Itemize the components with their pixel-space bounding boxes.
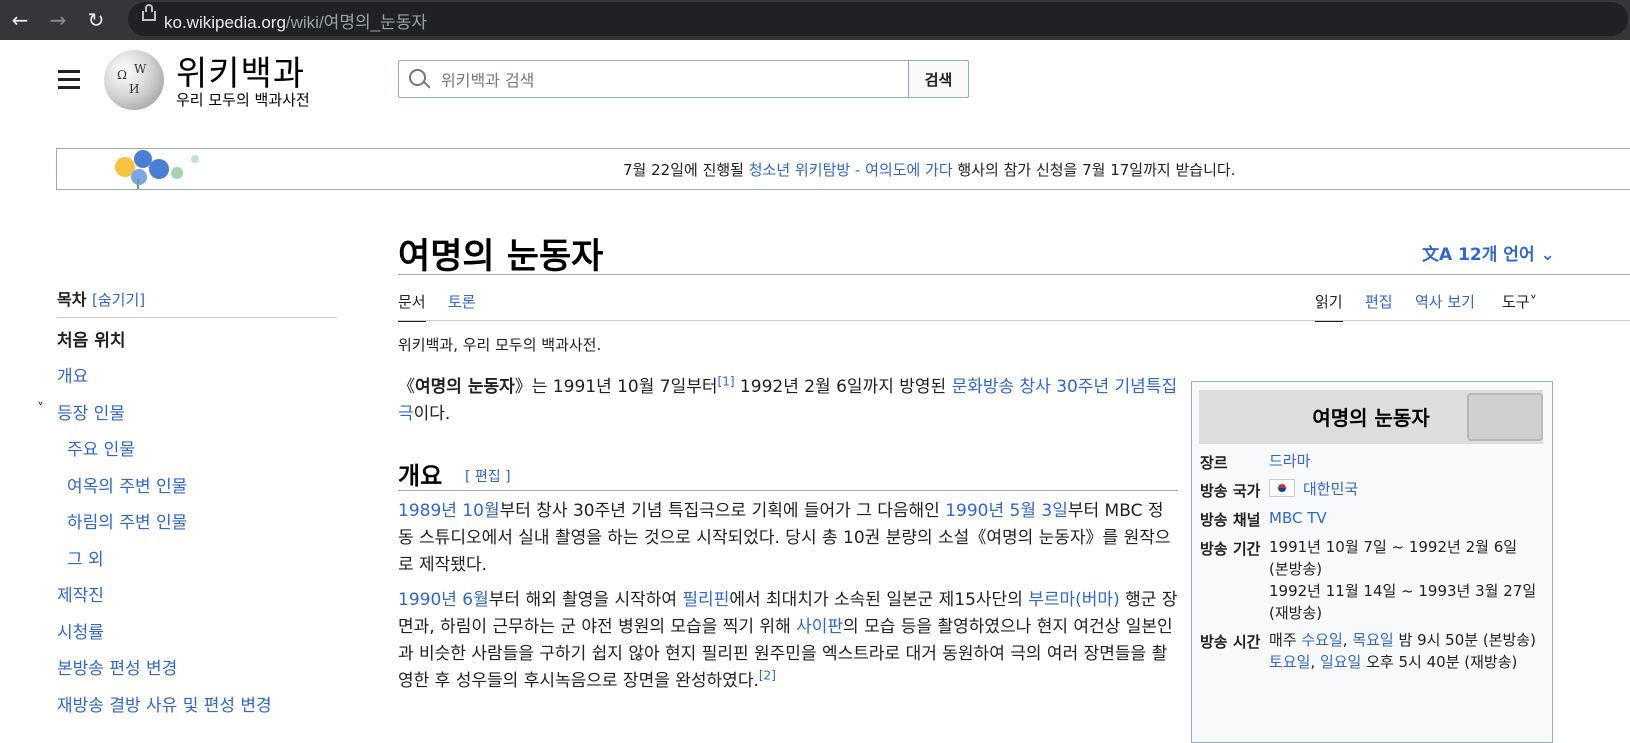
page-title: 여명의 눈동자 — [398, 236, 604, 277]
tools-menu[interactable]: 도구˅ — [1502, 291, 1537, 312]
infobox-label-country: 방송 국가 — [1200, 482, 1261, 500]
tab-article[interactable]: 문서 — [398, 291, 426, 322]
toc-divider — [57, 317, 337, 318]
wikipedia-globe-logo[interactable]: Ω W И — [104, 50, 164, 110]
date-link[interactable]: 1990년 5월 3일 — [945, 501, 1068, 521]
search-icon — [409, 69, 426, 86]
site-wordmark[interactable]: 위키백과 — [176, 46, 305, 95]
main-menu-icon[interactable] — [58, 70, 80, 94]
banner-event-link[interactable]: 청소년 위키탐방 - 여의도에 가다 — [749, 161, 953, 179]
korea-flag-icon — [1269, 479, 1295, 497]
infobox-period-value: 1991년 10월 7일 ~ 1992년 2월 6일 (본방송) 1992년 11… — [1269, 538, 1537, 622]
toc-item-overview[interactable]: 개요 — [57, 362, 88, 387]
toc-item-characters[interactable]: 등장 인물 — [57, 404, 125, 424]
tab-talk[interactable]: 토론 — [448, 291, 476, 312]
table-of-contents: 목차 [숨기기] 처음 위치 개요 ˅ 등장 인물 주요 인물 여옥의 주변 인물… — [37, 286, 337, 716]
toc-heading: 목차 [숨기기] — [57, 290, 146, 309]
date-link[interactable]: 1990년 6월 — [398, 590, 489, 610]
infobox-label-genre: 장르 — [1200, 454, 1228, 472]
toc-item-top[interactable]: 처음 위치 — [57, 326, 125, 351]
place-link[interactable]: 부르마(버마) — [1028, 590, 1119, 610]
language-selector[interactable]: 文A 12개 언어 ⌄ — [1422, 240, 1555, 265]
address-bar[interactable]: ko.wikipedia.org/wiki/여명의_눈동자 — [128, 2, 1628, 36]
tab-read[interactable]: 읽기 — [1315, 291, 1343, 322]
infobox-genre-link[interactable]: 드라마 — [1269, 452, 1310, 470]
weekday-link[interactable]: 토요일 — [1269, 653, 1310, 671]
toc-item-ratings[interactable]: 시청률 — [57, 618, 104, 643]
site-notice-banner: 7월 22일에 진행될 청소년 위키탐방 - 여의도에 가다 행사의 참가 신청… — [56, 148, 1630, 190]
chevron-down-icon: ⌄ — [1540, 245, 1555, 265]
site-subtitle: 위키백과, 우리 모두의 백과사전. — [398, 336, 602, 354]
tools-chevron-icon: ˅ — [1529, 293, 1538, 311]
banner-message: 7월 22일에 진행될 청소년 위키탐방 - 여의도에 가다 행사의 참가 신청… — [623, 161, 1236, 179]
weekday-link[interactable]: 목요일 — [1352, 631, 1393, 649]
tab-history[interactable]: 역사 보기 — [1415, 291, 1475, 312]
television-icon — [1467, 393, 1543, 441]
translate-icon: 文A — [1422, 245, 1453, 265]
search-field[interactable] — [398, 60, 910, 99]
tabs-divider — [398, 320, 1630, 321]
forward-arrow-icon[interactable]: → — [44, 6, 72, 34]
toc-item-others[interactable]: 그 외 — [67, 545, 104, 570]
browser-toolbar: ← → ↻ ko.wikipedia.org/wiki/여명의_눈동자 — [0, 0, 1630, 40]
back-arrow-icon[interactable]: ← — [6, 6, 34, 34]
toc-item-rerun-changes[interactable]: 재방송 결방 사유 및 편성 변경 — [57, 691, 272, 716]
section-heading: 개요 — [398, 461, 443, 490]
toc-item-schedule-change[interactable]: 본방송 편성 변경 — [57, 654, 177, 679]
infobox-label-period: 방송 기간 — [1200, 540, 1261, 558]
event-illustration — [115, 150, 199, 189]
infobox-country-link[interactable]: 대한민국 — [1303, 480, 1358, 498]
place-link[interactable]: 사이판 — [796, 617, 843, 637]
section-divider — [398, 490, 1178, 491]
title-divider — [398, 274, 1630, 275]
reload-icon[interactable]: ↻ — [82, 6, 110, 34]
toc-item-yeook-circle[interactable]: 여옥의 주변 인물 — [67, 472, 187, 497]
toc-hide-button[interactable]: [숨기기] — [92, 291, 145, 309]
search-button[interactable]: 검색 — [908, 60, 969, 98]
toc-item-main-characters[interactable]: 주요 인물 — [67, 435, 135, 460]
url-text[interactable]: ko.wikipedia.org/wiki/여명의_눈동자 — [164, 8, 427, 33]
infobox-airtime-value: 매주 수요일, 목요일 밤 9시 50분 (본방송) 토요일, 일요일 오후 5… — [1269, 631, 1536, 671]
weekday-link[interactable]: 수요일 — [1301, 631, 1342, 649]
tab-edit[interactable]: 편집 — [1365, 291, 1393, 312]
lock-icon — [142, 4, 156, 21]
place-link[interactable]: 필리핀 — [682, 590, 729, 610]
toc-item-harim-circle[interactable]: 하림의 주변 인물 — [67, 508, 187, 533]
date-link[interactable]: 1989년 10월 — [398, 501, 500, 521]
infobox-label-channel: 방송 채널 — [1200, 511, 1261, 529]
infobox-channel-link[interactable]: MBC TV — [1269, 509, 1327, 527]
weekday-link[interactable]: 일요일 — [1320, 653, 1361, 671]
toc-collapse-chevron-icon[interactable]: ˅ — [37, 401, 44, 417]
overview-paragraph-1: 1989년 10월부터 창사 30주년 기념 특집극으로 기획에 들어가 그 다… — [398, 501, 1171, 575]
infobox-header: 여명의 눈동자 — [1199, 390, 1543, 444]
search-input[interactable] — [439, 61, 903, 99]
reference-link[interactable]: [2] — [759, 668, 776, 682]
toc-item-production[interactable]: 제작진 — [57, 581, 104, 606]
overview-paragraph-2: 1990년 6월부터 해외 촬영을 시작하여 필리핀에서 최대치가 소속된 일본… — [398, 590, 1178, 691]
site-tagline: 우리 모두의 백과사전 — [176, 91, 310, 109]
section-edit-link[interactable]: [ 편집 ] — [465, 466, 511, 486]
infobox-label-airtime: 방송 시간 — [1200, 633, 1261, 651]
reference-link[interactable]: [1] — [718, 374, 735, 388]
infobox: 여명의 눈동자 장르 드라마 방송 국가 대한민국 방송 채널 MBC TV 방… — [1191, 381, 1553, 743]
lead-paragraph: 《여명의 눈동자》는 1991년 10월 7일부터[1] 1992년 2월 6일… — [398, 374, 1178, 424]
